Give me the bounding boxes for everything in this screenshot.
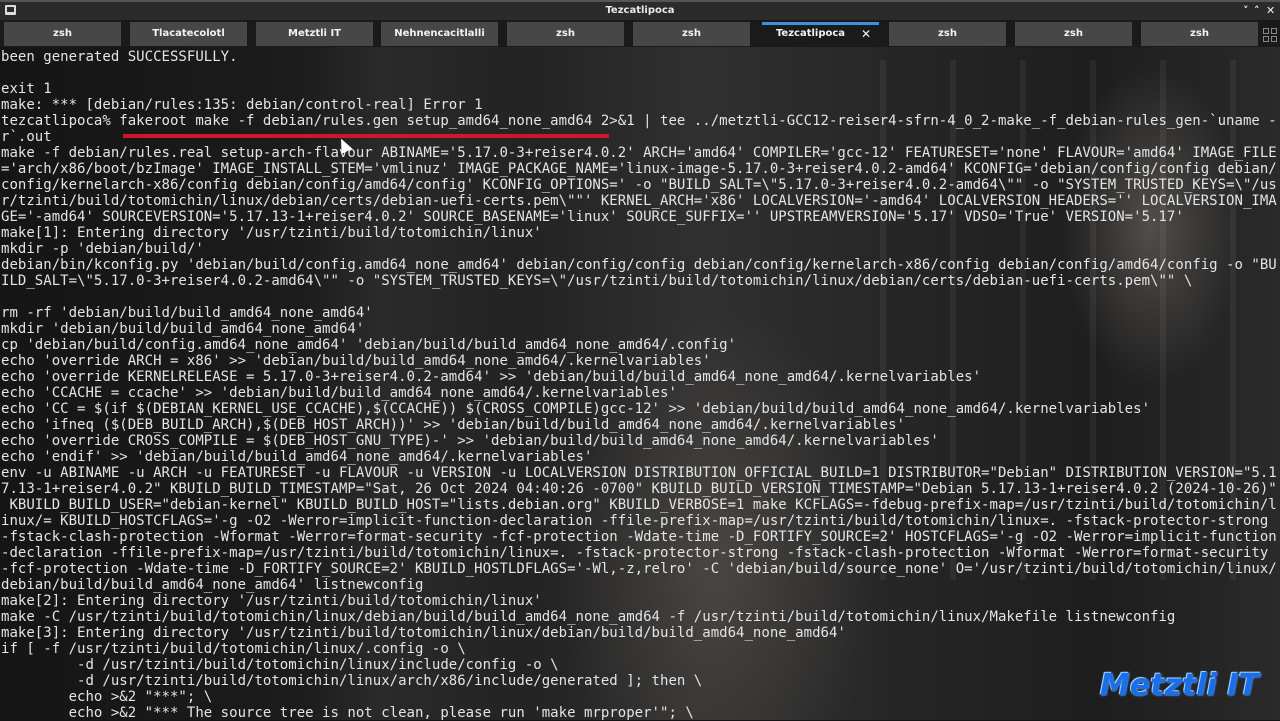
terminal-line: make[3]: Entering directory '/usr/tzinti… bbox=[1, 625, 846, 641]
terminal-line: r/tzinti/build/totomichin/linux/debian/c… bbox=[1, 193, 1277, 209]
terminal-line: echo 'override CROSS_COMPILE = $(DEB_HOS… bbox=[1, 433, 939, 449]
tab-metztli-it[interactable]: Metztli IT bbox=[256, 22, 373, 46]
tab-label: Nehnencacitlalli bbox=[394, 28, 485, 39]
terminal-line: echo 'endif' >> 'debian/build/build_amd6… bbox=[1, 449, 593, 465]
terminal-line: -fstack-clash-protection -Wformat -Werro… bbox=[1, 529, 1277, 545]
terminal-line: debian/build/build_amd64_none_amd64' lis… bbox=[1, 577, 424, 593]
terminal-line: echo 'ifneq ($(DEB_BUILD_ARCH),$(DEB_HOS… bbox=[1, 417, 906, 433]
terminal-line: echo 'override ARCH = x86' >> 'debian/bu… bbox=[1, 353, 711, 369]
tab-zsh-5[interactable]: zsh bbox=[1015, 22, 1132, 46]
terminal-line: echo 'override KERNELRELEASE = 5.17.0-3+… bbox=[1, 369, 982, 385]
terminal-line: rm -rf 'debian/build/build_amd64_none_am… bbox=[1, 305, 373, 321]
terminal-line: mkdir -p 'debian/build/' bbox=[1, 241, 204, 257]
metztli-it-logo: Metztli IT bbox=[1100, 668, 1259, 703]
terminal-line: 7.13-1+reiser4.0.2" KBUILD_BUILD_TIMESTA… bbox=[1, 481, 1277, 497]
terminal-line: been generated SUCCESSFULLY. bbox=[1, 49, 238, 65]
tab-label: zsh bbox=[682, 28, 701, 39]
red-underline-annotation bbox=[123, 134, 609, 138]
minimize-icon[interactable]: ˅ bbox=[1243, 4, 1249, 17]
terminal-line: if [ -f /usr/tzinti/build/totomichin/lin… bbox=[1, 641, 466, 657]
terminal-line: inux/= KBUILD_HOSTCFLAGS='-g -O2 -Werror… bbox=[1, 513, 1269, 529]
terminal-line: debian/bin/kconfig.py 'debian/build/conf… bbox=[1, 257, 1277, 273]
tab-label: zsh bbox=[1064, 28, 1083, 39]
tab-label: zsh bbox=[938, 28, 957, 39]
tab-zsh-2[interactable]: zsh bbox=[507, 22, 624, 46]
tab-close-icon[interactable]: ✕ bbox=[861, 22, 871, 46]
terminal-line: make[2]: Entering directory '/usr/tzinti… bbox=[1, 593, 542, 609]
tab-zsh-3[interactable]: zsh bbox=[633, 22, 750, 46]
terminal-line: -declaration -ffile-prefix-map=/usr/tzin… bbox=[1, 545, 1269, 561]
tab-zsh-1[interactable]: zsh bbox=[4, 22, 121, 46]
terminal-line: GE='-amd64' SOURCEVERSION='5.17.13-1+rei… bbox=[1, 209, 1184, 225]
tab-zsh-4[interactable]: zsh bbox=[889, 22, 1006, 46]
tab-label: zsh bbox=[1190, 28, 1209, 39]
tab-label: zsh bbox=[556, 28, 575, 39]
terminal-line: ILD_SALT=\"5.17.0-3+reiser4.0.2-amd64\""… bbox=[1, 273, 1193, 289]
terminal-line: mkdir 'debian/build/build_amd64_none_amd… bbox=[1, 321, 365, 337]
terminal-output[interactable]: been generated SUCCESSFULLY. exit 1 make: … bbox=[1, 49, 1277, 721]
tab-tezcatlipoca[interactable]: Tezcatlipoca ✕ bbox=[762, 22, 879, 46]
terminal-line: env -u ABINAME -u ARCH -u FEATURESET -u … bbox=[1, 465, 1277, 481]
tab-overview-grid-icon[interactable] bbox=[1263, 28, 1277, 42]
terminal-line: KBUILD_BUILD_USER="debian-kernel" KBUILD… bbox=[1, 497, 1277, 513]
tab-label: Tezcatlipoca bbox=[775, 28, 846, 39]
terminal-line: ='arch/x86/boot/bzImage' IMAGE_INSTALL_S… bbox=[1, 161, 1277, 177]
terminal-line: echo >&2 "***"; \ bbox=[1, 689, 213, 705]
terminal-line: echo 'CCACHE = ccache' >> 'debian/build/… bbox=[1, 385, 677, 401]
title-bar[interactable]: Tezcatlipoca ˅ ˄ ✕ bbox=[0, 0, 1280, 20]
tab-zsh-6[interactable]: zsh bbox=[1141, 22, 1258, 46]
terminal-line: make -C /usr/tzinti/build/totomichin/lin… bbox=[1, 609, 1176, 625]
terminal-line: make: *** [debian/rules:135: debian/cont… bbox=[1, 97, 483, 113]
terminal-line: tezcatlipoca% fakeroot make -f debian/ru… bbox=[1, 113, 1277, 129]
tab-tlacatecolotl[interactable]: Tlacatecolotl bbox=[130, 22, 247, 46]
close-icon[interactable]: ✕ bbox=[1266, 4, 1275, 17]
tab-label: zsh bbox=[53, 28, 72, 39]
terminal-line: echo 'CC = $(if $(DEBIAN_KERNEL_USE_CCAC… bbox=[1, 401, 1151, 417]
terminal-line: cp 'debian/build/config.amd64_none_amd64… bbox=[1, 337, 737, 353]
tab-nehnencacitlalli[interactable]: Nehnencacitlalli bbox=[381, 22, 498, 46]
terminal-line: -d /usr/tzinti/build/totomichin/linux/in… bbox=[1, 657, 559, 673]
terminal-line: exit 1 bbox=[1, 81, 52, 97]
window-title: Tezcatlipoca bbox=[605, 5, 675, 16]
terminal-line: echo >&2 "*** The source tree is not cle… bbox=[1, 705, 694, 721]
terminal-line: config/kernelarch-x86/config debian/conf… bbox=[1, 177, 1277, 193]
terminal-line: -fcf-protection -Wdate-time -D_FORTIFY_S… bbox=[1, 561, 1277, 577]
terminal-line: -d /usr/tzinti/build/totomichin/linux/ar… bbox=[1, 673, 703, 689]
tab-bar: zsh Tlacatecolotl Metztli IT Nehnencacit… bbox=[0, 20, 1280, 47]
terminal-line: make[1]: Entering directory '/usr/tzinti… bbox=[1, 225, 542, 241]
maximize-icon[interactable]: ˄ bbox=[1254, 4, 1260, 17]
terminal-line: make -f debian/rules.real setup-arch-fla… bbox=[1, 145, 1277, 161]
tab-label: Metztli IT bbox=[288, 28, 341, 39]
tab-label: Tlacatecolotl bbox=[152, 28, 225, 39]
